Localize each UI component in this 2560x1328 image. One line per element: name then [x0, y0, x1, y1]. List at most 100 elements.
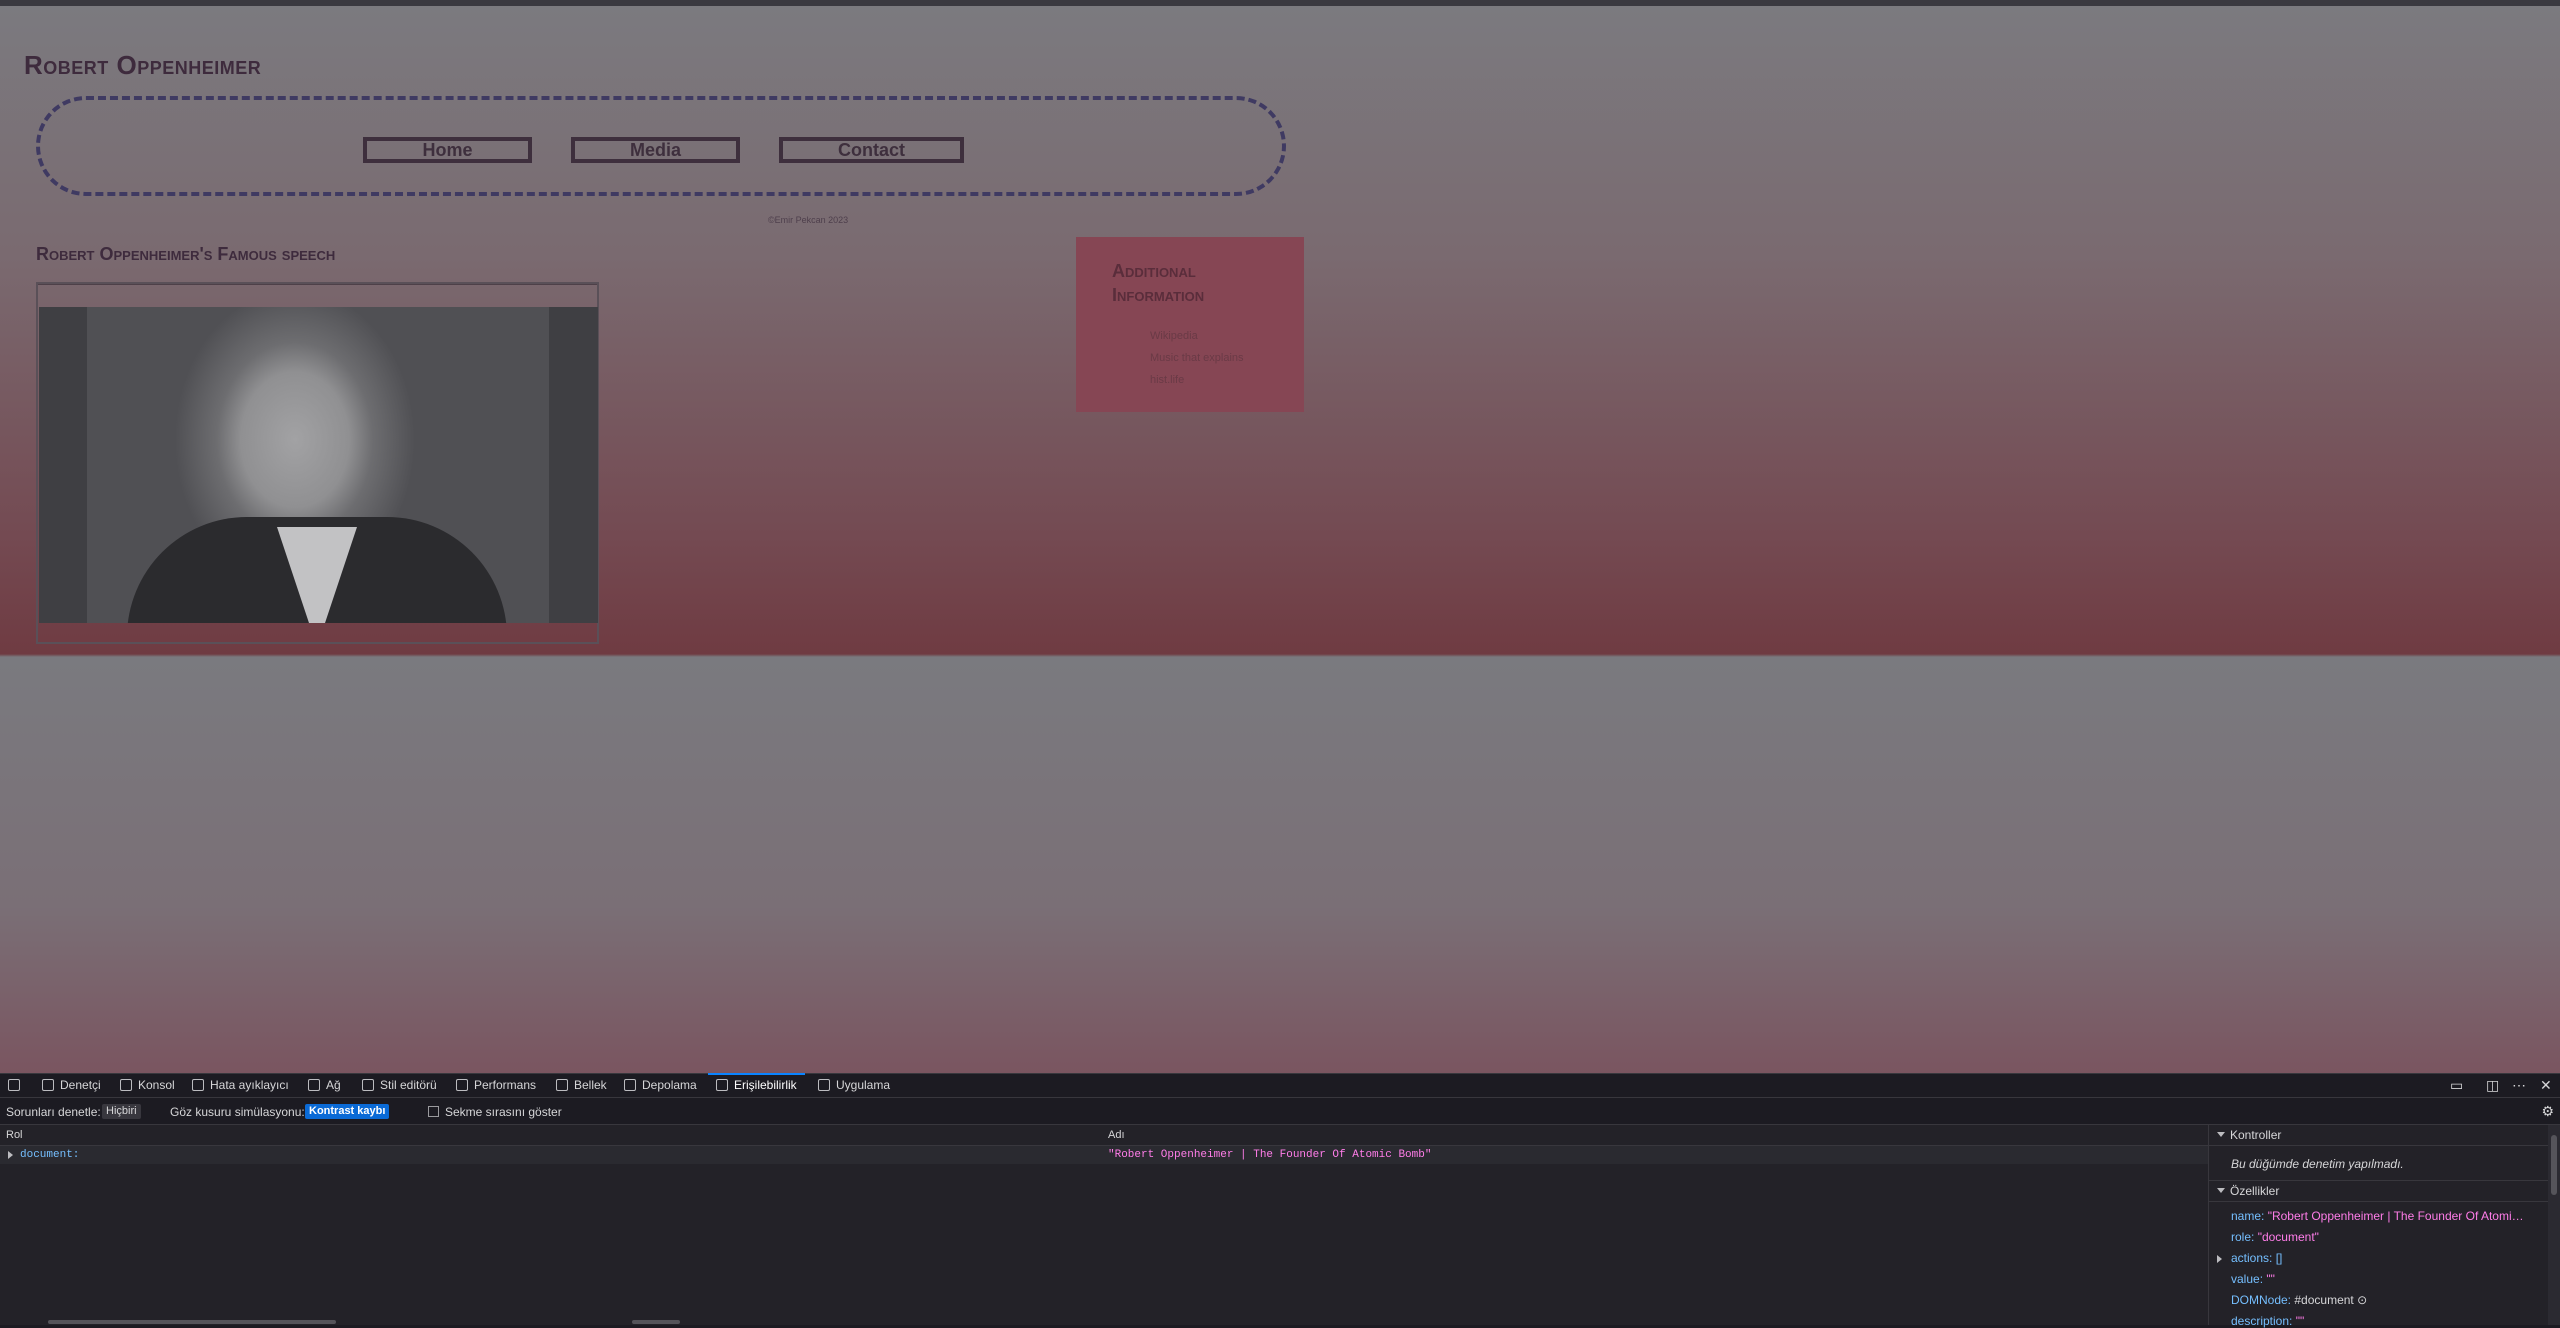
link-wikipedia[interactable]: Wikipedia: [1150, 325, 1244, 347]
tab-label: Hata ayıklayıcı: [210, 1078, 289, 1092]
sidebar-scrollbar[interactable]: [2548, 1125, 2560, 1325]
accessibility-icon: [716, 1079, 728, 1091]
tab-application[interactable]: Uygulama: [818, 1074, 890, 1097]
more-options-icon[interactable]: ⋯: [2512, 1074, 2526, 1097]
prop-role[interactable]: role: "document": [2231, 1230, 2541, 1244]
nav-home-button[interactable]: Home: [363, 137, 532, 163]
tab-inspector[interactable]: Denetçi: [42, 1074, 101, 1097]
oppenheimer-portrait-image: [87, 307, 549, 623]
prop-key: role:: [2231, 1230, 2255, 1244]
copyright-text: ©Emir Pekcan 2023: [768, 215, 849, 225]
tab-order-label: Sekme sırasını göster: [445, 1105, 562, 1119]
additional-info-title: Additional Information: [1112, 261, 1205, 305]
prop-domnode[interactable]: DOMNode: #document ⊙: [2231, 1293, 2541, 1307]
tab-debugger[interactable]: Hata ayıklayıcı: [192, 1074, 289, 1097]
dock-side-icon[interactable]: ◫: [2486, 1074, 2499, 1097]
prop-value: "Robert Oppenheimer | The Founder Of Ato…: [2267, 1209, 2524, 1223]
memory-icon: [556, 1079, 568, 1091]
tab-memory[interactable]: Bellek: [556, 1074, 607, 1097]
tree-header: Rol Adı: [0, 1125, 2208, 1146]
console-icon: [120, 1079, 132, 1091]
simulation-label: Göz kusuru simülasyonu:: [170, 1105, 305, 1119]
tree-row[interactable]: document: "Robert Oppenheimer | The Foun…: [0, 1146, 2208, 1164]
prop-key: description:: [2231, 1314, 2293, 1328]
link-hist-life[interactable]: hist.life: [1150, 369, 1244, 391]
column-role: Rol: [6, 1129, 23, 1141]
prop-value: []: [2275, 1251, 2283, 1265]
tab-storage[interactable]: Depolama: [624, 1074, 697, 1097]
prop-value: "document": [2257, 1230, 2319, 1244]
row-role: document:: [20, 1149, 80, 1161]
tab-label: Uygulama: [836, 1078, 891, 1092]
prop-key: value:: [2231, 1272, 2264, 1286]
tab-performance[interactable]: Performans: [456, 1074, 536, 1097]
inspector-icon: [42, 1079, 54, 1091]
page-viewport: Robert Oppenheimer Home Media Contact ©E…: [0, 6, 2560, 1073]
video-player[interactable]: [39, 307, 598, 623]
debugger-icon: [192, 1079, 204, 1091]
collapse-icon: [2217, 1132, 2225, 1137]
tab-accessibility[interactable]: Erişilebilirlik: [708, 1073, 805, 1097]
video-embed[interactable]: [36, 282, 599, 644]
prop-value: #document: [2294, 1293, 2354, 1307]
additional-info-links: Wikipedia Music that explains hist.life: [1150, 325, 1244, 391]
tab-label: Erişilebilirlik: [734, 1078, 797, 1092]
accessibility-toolbar: Sorunları denetle: Hiçbiri Göz kusuru si…: [0, 1097, 2560, 1125]
speech-heading: Robert Oppenheimer's Famous speech: [36, 244, 336, 264]
responsive-mode-icon[interactable]: ▭: [2450, 1074, 2463, 1097]
additional-info-box: Additional Information Wikipedia Music t…: [1076, 237, 1304, 412]
prop-description[interactable]: description: "": [2231, 1314, 2541, 1328]
collapse-icon: [2217, 1188, 2225, 1193]
checks-note: Bu düğümde denetim yapılmadı.: [2231, 1157, 2404, 1171]
tab-style-editor[interactable]: Stil editörü: [362, 1074, 437, 1097]
tab-label: Bellek: [574, 1078, 607, 1092]
element-picker-icon[interactable]: [8, 1074, 26, 1097]
prop-name[interactable]: name: "Robert Oppenheimer | The Founder …: [2231, 1209, 2541, 1223]
properties-title: Özellikler: [2230, 1184, 2280, 1198]
settings-gear-icon[interactable]: ⚙: [2541, 1103, 2554, 1120]
horizontal-scrollbar-thumb[interactable]: [632, 1320, 680, 1324]
devtools-tab-bar: Denetçi Konsol Hata ayıklayıcı Ağ Stil e…: [0, 1073, 2560, 1097]
properties-section-header[interactable]: Özellikler: [2209, 1180, 2560, 1202]
tab-label: Performans: [474, 1078, 537, 1092]
checks-title: Kontroller: [2230, 1128, 2282, 1142]
link-music[interactable]: Music that explains: [1150, 347, 1244, 369]
close-icon[interactable]: ✕: [2540, 1074, 2552, 1097]
tab-network[interactable]: Ağ: [308, 1074, 341, 1097]
picker-icon: [8, 1079, 20, 1091]
row-name: "Robert Oppenheimer | The Founder Of Ato…: [1108, 1149, 1432, 1161]
prop-value[interactable]: value: "": [2231, 1272, 2541, 1286]
prop-actions[interactable]: actions: []: [2231, 1251, 2541, 1265]
simulation-select[interactable]: Kontrast kaybı: [305, 1104, 390, 1119]
video-top-border: [38, 284, 597, 285]
prop-key: name:: [2231, 1209, 2265, 1223]
checks-section-header[interactable]: Kontroller: [2209, 1125, 2560, 1146]
tab-label: Konsol: [138, 1078, 175, 1092]
accessibility-tree: Rol Adı document: "Robert Oppenheimer | …: [0, 1125, 2208, 1325]
storage-icon: [624, 1079, 636, 1091]
tab-label: Denetçi: [60, 1078, 101, 1092]
expand-icon[interactable]: [8, 1151, 13, 1159]
horizontal-scrollbar[interactable]: [48, 1320, 336, 1324]
tab-label: Ağ: [326, 1078, 341, 1092]
properties-sidebar: Kontroller Bu düğümde denetim yapılmadı.…: [2208, 1125, 2560, 1328]
column-name: Adı: [1108, 1129, 1125, 1141]
network-icon: [308, 1079, 320, 1091]
nav-contact-button[interactable]: Contact: [779, 137, 964, 163]
tab-label: Depolama: [642, 1078, 697, 1092]
prop-key: actions:: [2231, 1251, 2273, 1265]
issues-label: Sorunları denetle:: [6, 1105, 101, 1119]
tab-order-checkbox[interactable]: [428, 1106, 439, 1117]
prop-value: "": [2295, 1314, 2305, 1328]
site-title: Robert Oppenheimer: [24, 50, 262, 80]
nav-media-button[interactable]: Media: [571, 137, 740, 163]
scrollbar-thumb[interactable]: [2551, 1135, 2557, 1195]
expand-actions-icon[interactable]: [2217, 1255, 2222, 1263]
issues-select[interactable]: Hiçbiri: [102, 1104, 141, 1119]
gauge-icon: [456, 1079, 468, 1091]
grid-icon: [818, 1079, 830, 1091]
braces-icon: [362, 1079, 374, 1091]
tab-console[interactable]: Konsol: [120, 1074, 175, 1097]
prop-key: DOMNode:: [2231, 1293, 2292, 1307]
target-icon[interactable]: ⊙: [2357, 1293, 2367, 1307]
